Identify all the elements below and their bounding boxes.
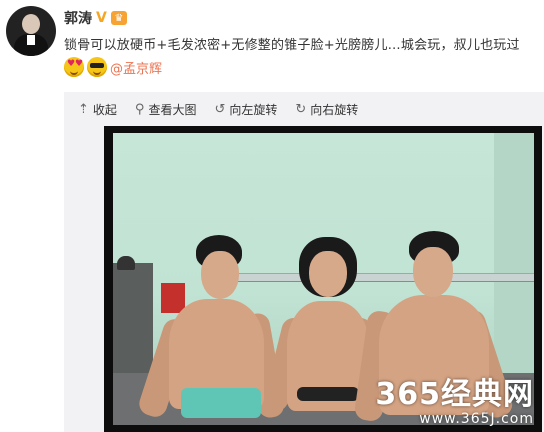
post-text: 锁骨可以放硬币+毛发浓密+无修整的锥子脸+光膀膀儿…城会玩，叔儿也玩过	[64, 38, 520, 53]
mention-link[interactable]: @孟京辉	[110, 58, 162, 77]
watermark-url: www.365J.com	[419, 411, 534, 427]
rotate-left-label: 向左旋转	[229, 103, 278, 117]
author-name-row: 郭涛 V ♛	[64, 8, 127, 28]
author-avatar[interactable]	[6, 6, 56, 56]
photo-person-left	[136, 233, 286, 425]
magnifier-icon: ⚲	[134, 102, 145, 117]
author-name[interactable]: 郭涛	[64, 8, 92, 28]
avatar-head	[22, 14, 40, 34]
level-badge-icon: ♛	[110, 11, 127, 25]
media-toolbar: ⇡ 收起 ⚲ 查看大图 ↺ 向左旋转 ↻ 向右旋转	[78, 101, 358, 118]
collapse-label: 收起	[92, 103, 117, 117]
photo-lamp	[117, 256, 135, 270]
watermark: 365经典网 www.365J.com	[375, 377, 534, 427]
emoji-row: @孟京辉	[64, 57, 162, 77]
media-expanded-panel: ⇡ 收起 ⚲ 查看大图 ↺ 向左旋转 ↻ 向右旋转 365经典网 www.365…	[64, 92, 544, 432]
rotate-right-button[interactable]: ↻ 向右旋转	[295, 101, 358, 118]
avatar-collar	[27, 35, 35, 45]
heart-eyes-emoji-icon	[64, 57, 84, 77]
sunglasses-emoji-icon	[87, 57, 107, 77]
watermark-brand: 365经典网	[375, 377, 534, 412]
rotate-right-icon: ↻	[295, 102, 307, 117]
view-large-label: 查看大图	[148, 103, 197, 117]
verified-badge-icon: V	[96, 10, 107, 26]
arrow-up-icon: ⇡	[78, 102, 89, 117]
rotate-left-icon: ↺	[214, 102, 226, 117]
view-large-button[interactable]: ⚲ 查看大图	[135, 101, 197, 118]
post-photo[interactable]: 365经典网 www.365J.com	[104, 126, 542, 432]
rotate-left-button[interactable]: ↺ 向左旋转	[214, 101, 277, 118]
collapse-button[interactable]: ⇡ 收起	[78, 101, 117, 118]
rotate-right-label: 向右旋转	[310, 103, 359, 117]
